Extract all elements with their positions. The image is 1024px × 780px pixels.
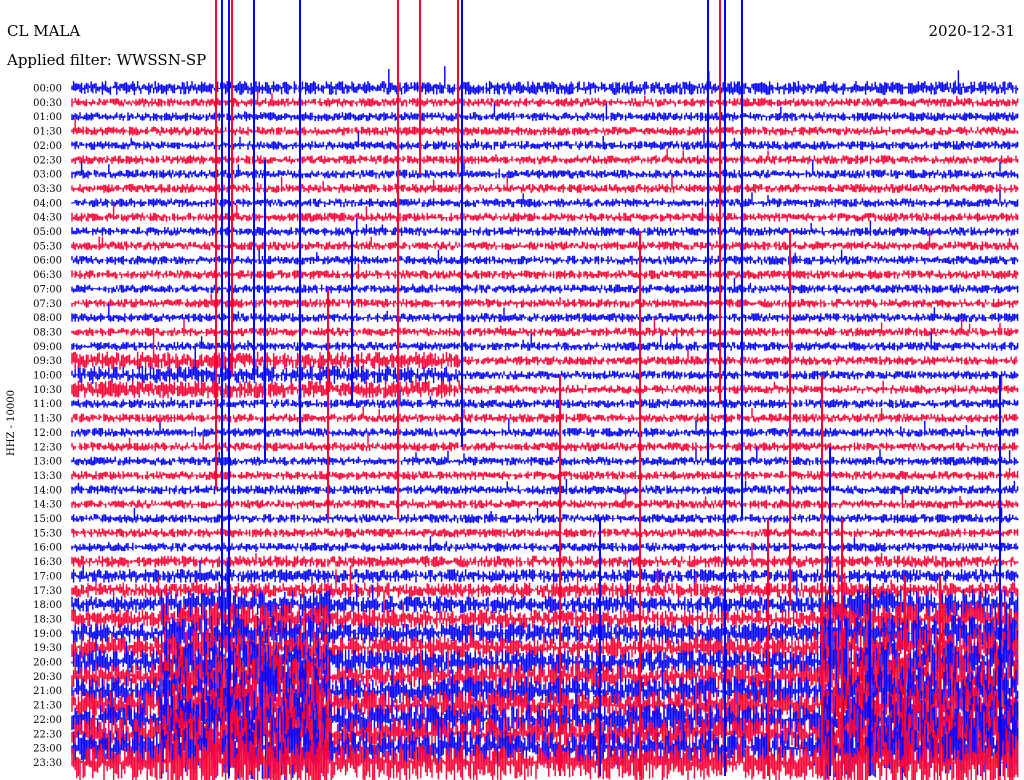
helicorder-plot: 00:00 00:30 01:00 01:30 02:00 02:30 03:00 03:30… — [33, 0, 1019, 780]
trace-row-0600 — [71, 249, 1019, 265]
trace-row-0230 — [71, 148, 1019, 165]
row-time-label: 13:30 — [33, 471, 62, 482]
row-time-label: 05:30 — [33, 241, 62, 252]
trace-row-0630 — [71, 263, 1019, 279]
row-time-label: 18:00 — [33, 600, 62, 611]
row-time-label: 09:30 — [33, 356, 62, 367]
row-time-label: 00:30 — [33, 98, 62, 109]
row-time-label: 18:30 — [33, 614, 62, 625]
row-time-label: 14:00 — [33, 485, 62, 496]
row-time-label: 15:30 — [33, 528, 62, 539]
row-time-label: 11:30 — [33, 414, 62, 425]
row-time-label: 06:30 — [33, 270, 62, 281]
row-time-label: 07:30 — [33, 299, 62, 310]
row-time-label: 04:30 — [33, 213, 62, 224]
trace-row-0130 — [71, 117, 1019, 136]
trace-row-1130 — [71, 405, 1019, 423]
row-time-label: 02:30 — [33, 155, 62, 166]
row-time-label: 02:00 — [33, 141, 62, 152]
trace-row-0830 — [71, 317, 1019, 337]
row-time-label: 17:30 — [33, 586, 62, 597]
trace-row-0400 — [71, 190, 1019, 208]
row-time-label: 04:00 — [33, 198, 62, 209]
trace-row-0030 — [71, 89, 1019, 107]
trace-row-0930 — [71, 334, 1019, 370]
trace-row-1330 — [71, 461, 1019, 480]
row-time-label: 13:00 — [33, 457, 62, 468]
row-time-label: 08:00 — [33, 313, 62, 324]
row-time-label: 15:00 — [33, 514, 62, 525]
row-time-label: 16:00 — [33, 543, 62, 554]
row-time-label: 19:00 — [33, 629, 62, 640]
row-time-label: 01:30 — [33, 127, 62, 138]
row-time-label: 16:30 — [33, 557, 62, 568]
trace-row-1230 — [71, 434, 1019, 452]
row-time-label: 12:30 — [33, 442, 62, 453]
row-time-label: 19:30 — [33, 643, 62, 654]
row-time-label: 22:30 — [33, 729, 62, 740]
row-time-label: 05:00 — [33, 227, 62, 238]
trace-row-0700 — [71, 277, 1019, 294]
row-time-label: 12:00 — [33, 428, 62, 439]
trace-row-0730 — [71, 293, 1019, 308]
row-time-label: 10:30 — [33, 385, 62, 396]
trace-row-1500 — [71, 507, 1019, 523]
row-time-label: 07:00 — [33, 284, 62, 295]
row-time-label: 11:00 — [33, 399, 62, 410]
trace-row-1300 — [71, 447, 1019, 466]
row-time-label: 14:30 — [33, 500, 62, 511]
trace-row-1600 — [71, 536, 1019, 552]
row-time-label: 03:30 — [33, 184, 62, 195]
row-time-label: 09:00 — [33, 342, 62, 353]
row-time-label: 21:30 — [33, 701, 62, 712]
trace-row-1200 — [71, 418, 1019, 437]
row-time-label: 00:00 — [33, 84, 62, 95]
row-time-label: 23:30 — [33, 758, 62, 769]
trace-row-1530 — [71, 528, 1019, 538]
row-time-label: 20:00 — [33, 658, 62, 669]
row-time-label: 22:00 — [33, 715, 62, 726]
row-time-label: 06:00 — [33, 256, 62, 267]
row-time-label: 21:00 — [33, 686, 62, 697]
row-time-label: 01:00 — [33, 112, 62, 123]
trace-row-0000 — [71, 66, 1019, 95]
row-time-label: 10:00 — [33, 371, 62, 382]
row-time-label: 03:00 — [33, 170, 62, 181]
trace-row-1400 — [71, 478, 1019, 495]
row-time-label: 20:30 — [33, 672, 62, 683]
row-time-label: 08:30 — [33, 327, 62, 338]
row-time-label: 23:00 — [33, 744, 62, 755]
row-time-label: 17:00 — [33, 571, 62, 582]
